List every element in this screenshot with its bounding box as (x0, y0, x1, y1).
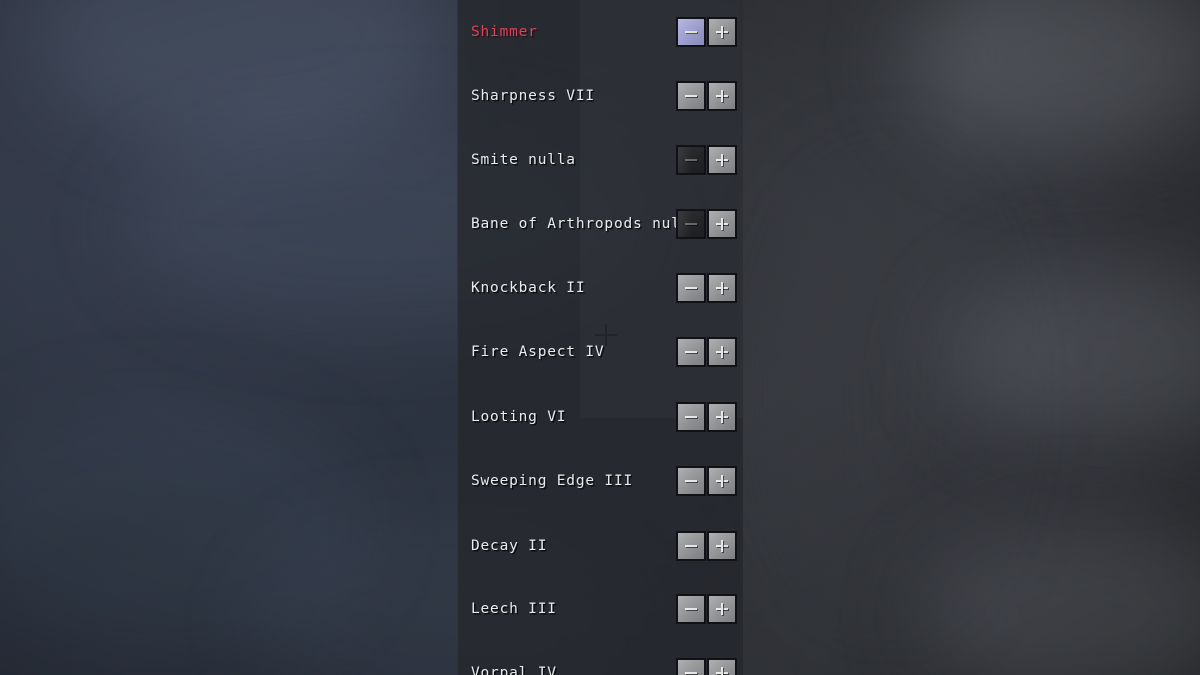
decrement-level-button (676, 145, 706, 175)
enchantment-row: Vorpal IV (457, 641, 743, 675)
decrement-level-button[interactable] (676, 17, 706, 47)
enchantment-level-stepper (676, 402, 737, 432)
enchantment-row: Smite nulla (457, 128, 743, 192)
minus-icon (685, 667, 697, 675)
increment-level-button[interactable] (707, 17, 737, 47)
enchantment-level-stepper (676, 594, 737, 624)
minus-icon (685, 540, 697, 552)
enchantment-level-stepper (676, 531, 737, 561)
enchantment-row: Shimmer (457, 0, 743, 64)
minus-icon (685, 282, 697, 294)
enchantment-row: Knockback II (457, 256, 743, 320)
enchantment-name-label: Decay II (471, 538, 548, 554)
enchantment-row: Sharpness VII (457, 64, 743, 128)
decrement-level-button[interactable] (676, 81, 706, 111)
enchantment-row: Looting VI (457, 385, 743, 449)
background-blur-blob (920, 520, 1200, 675)
minus-icon (685, 154, 697, 166)
enchantment-level-stepper (676, 466, 737, 496)
decrement-level-button[interactable] (676, 466, 706, 496)
increment-level-button[interactable] (707, 337, 737, 367)
enchantment-level-stepper (676, 209, 737, 239)
enchantment-level-stepper (676, 145, 737, 175)
plus-icon (716, 603, 728, 615)
decrement-level-button[interactable] (676, 594, 706, 624)
plus-icon (716, 475, 728, 487)
decrement-level-button (676, 209, 706, 239)
background-blur-blob (0, 400, 370, 660)
enchantment-name-label: Leech III (471, 601, 557, 617)
enchantment-row: Bane of Arthropods nulla (457, 192, 743, 256)
enchantment-name-label: Sharpness VII (471, 88, 595, 104)
plus-icon (716, 218, 728, 230)
plus-icon (716, 540, 728, 552)
decrement-level-button[interactable] (676, 273, 706, 303)
enchantment-row: Sweeping Edge III (457, 449, 743, 513)
background-blur-blob (905, 0, 1200, 150)
enchantment-row: Decay II (457, 514, 743, 578)
plus-icon (716, 411, 728, 423)
minus-icon (685, 475, 697, 487)
increment-level-button[interactable] (707, 209, 737, 239)
increment-level-button[interactable] (707, 81, 737, 111)
enchantment-name-label: Sweeping Edge III (471, 473, 634, 489)
minus-icon (685, 603, 697, 615)
increment-level-button[interactable] (707, 402, 737, 432)
increment-level-button[interactable] (707, 658, 737, 675)
enchantment-name-label: Smite nulla (471, 152, 576, 168)
increment-level-button[interactable] (707, 594, 737, 624)
enchantment-name-label: Looting VI (471, 409, 567, 425)
enchantment-name-label: Fire Aspect IV (471, 344, 605, 360)
decrement-level-button[interactable] (676, 658, 706, 675)
background-blur-blob (945, 265, 1200, 445)
enchantment-level-stepper (676, 273, 737, 303)
plus-icon (716, 346, 728, 358)
background-blur-blob (30, 0, 450, 150)
enchantment-row: Leech III (457, 577, 743, 641)
minus-icon (685, 90, 697, 102)
enchantment-row: Fire Aspect IV (457, 320, 743, 384)
minus-icon (685, 411, 697, 423)
increment-level-button[interactable] (707, 145, 737, 175)
plus-icon (716, 26, 728, 38)
plus-icon (716, 154, 728, 166)
enchantment-level-stepper (676, 337, 737, 367)
enchantment-rows: Shimmer Sharpness VII Smite nulla Bane of A… (457, 0, 743, 675)
minus-icon (685, 346, 697, 358)
enchantment-name-label: Bane of Arthropods nulla (471, 216, 700, 232)
enchantment-level-stepper (676, 658, 737, 675)
minus-icon (685, 26, 697, 38)
plus-icon (716, 90, 728, 102)
decrement-level-button[interactable] (676, 402, 706, 432)
enchantment-name-label: Vorpal IV (471, 665, 557, 675)
plus-icon (716, 282, 728, 294)
increment-level-button[interactable] (707, 531, 737, 561)
increment-level-button[interactable] (707, 466, 737, 496)
background-right-panel (740, 0, 1200, 675)
enchantment-name-label: Knockback II (471, 280, 586, 296)
decrement-level-button[interactable] (676, 337, 706, 367)
minus-icon (685, 218, 697, 230)
increment-level-button[interactable] (707, 273, 737, 303)
background-blur-blob (790, 180, 990, 600)
enchantment-name-label: Shimmer (471, 24, 538, 40)
plus-icon (716, 667, 728, 675)
enchantment-level-stepper (676, 81, 737, 111)
game-screen: Shimmer Sharpness VII Smite nulla Bane of A… (0, 0, 1200, 675)
decrement-level-button[interactable] (676, 531, 706, 561)
enchantment-level-stepper (676, 17, 737, 47)
